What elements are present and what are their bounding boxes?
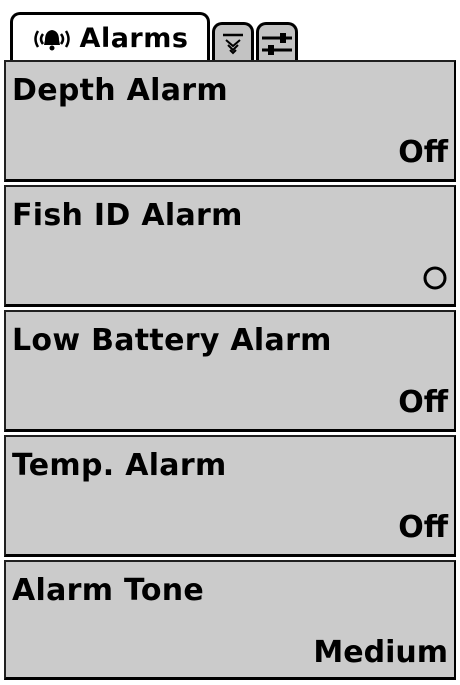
menu-item-low-battery-alarm[interactable]: Low Battery Alarm Off (4, 310, 456, 432)
menu-item-value[interactable]: Off (398, 388, 448, 418)
tab-alarms[interactable]: Alarms (10, 12, 210, 62)
menu-item-fish-id-alarm[interactable]: Fish ID Alarm (4, 185, 456, 307)
menu-item-label: Alarm Tone (12, 573, 205, 608)
menu-item-value[interactable]: Off (398, 513, 448, 543)
settings-sliders-icon (260, 31, 294, 57)
tab-settings[interactable] (256, 22, 298, 62)
tab-bar: Alarms (10, 12, 298, 62)
fish-symbol-icon[interactable] (422, 265, 448, 291)
menu-item-depth-alarm[interactable]: Depth Alarm Off (4, 60, 456, 182)
alarm-menu-list: Depth Alarm Off Fish ID Alarm Low Batter… (4, 60, 458, 680)
alarms-menu-screen: Alarms Depth Alarm Off Fish ID Alarm Low… (0, 0, 460, 685)
menu-item-value[interactable]: Off (398, 138, 448, 168)
alarm-bell-icon (32, 26, 72, 52)
menu-item-value[interactable]: Medium (313, 638, 448, 668)
tab-sonar[interactable] (212, 22, 254, 62)
menu-item-temp-alarm[interactable]: Temp. Alarm Off (4, 435, 456, 557)
tab-alarms-label: Alarms (79, 23, 189, 54)
sonar-icon (220, 31, 246, 57)
menu-item-label: Depth Alarm (12, 73, 228, 108)
menu-item-label: Temp. Alarm (12, 448, 227, 483)
menu-item-label: Low Battery Alarm (12, 323, 332, 358)
menu-item-alarm-tone[interactable]: Alarm Tone Medium (4, 560, 456, 680)
menu-item-label: Fish ID Alarm (12, 198, 243, 233)
